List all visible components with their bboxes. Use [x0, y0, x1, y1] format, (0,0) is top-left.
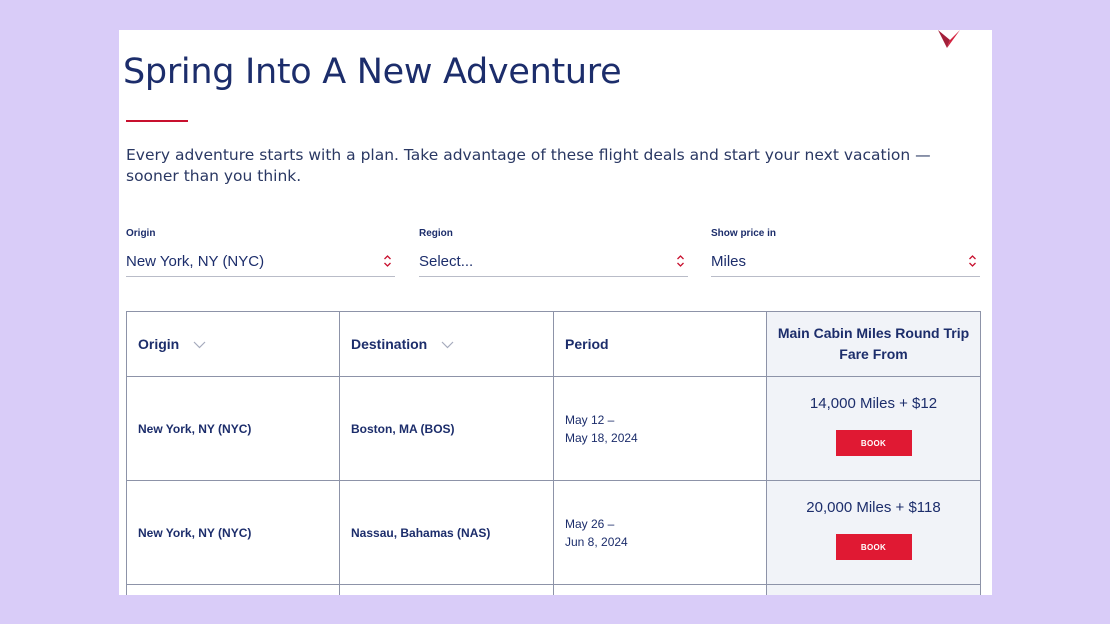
period-start: May 12 – — [565, 412, 615, 427]
destination-cell: Nassau, Bahamas (NAS) — [339, 480, 554, 585]
origin-filter-label: Origin — [126, 228, 156, 239]
origin-filter: Origin New York, NY (NYC) — [126, 228, 395, 277]
period-start: May 26 – — [565, 516, 615, 531]
period-cell: May 12 – May 18, 2024 — [553, 376, 767, 481]
destination-cell-text: Boston, MA (BOS) — [351, 421, 455, 436]
table-row: New York, NY (NYC) Boston, MA (BOS) May … — [126, 376, 981, 481]
destination-column-label: Destination — [351, 336, 428, 352]
region-filter-label: Region — [419, 228, 453, 239]
origin-column-label: Origin — [138, 336, 180, 352]
flight-deals-table: Origin Destination Period Main Cabin Mil… — [126, 311, 981, 595]
intro-text: Every adventure starts with a plan. Take… — [126, 146, 931, 185]
sort-chevron-down-icon[interactable] — [193, 341, 206, 349]
up-down-chevron-icon — [969, 255, 976, 267]
empty-cell — [553, 584, 767, 595]
origin-select[interactable]: New York, NY (NYC) — [126, 247, 395, 277]
fare-cell: 20,000 Miles + $118 BOOK — [766, 480, 981, 585]
content-card: Spring Into A New Adventure Every advent… — [119, 30, 992, 595]
region-select[interactable]: Select... — [419, 247, 688, 277]
period-column-header: Period — [553, 311, 767, 377]
price-unit-filter: Show price in Miles — [711, 228, 980, 277]
title-accent-rule — [126, 120, 188, 122]
price-unit-filter-label: Show price in — [711, 228, 777, 239]
book-button[interactable]: BOOK — [835, 430, 912, 456]
fare-cell: 14,000 Miles + $12 BOOK — [766, 376, 981, 481]
fare-amount: 14,000 Miles + $12 — [809, 395, 938, 412]
destination-cell: Boston, MA (BOS) — [339, 376, 554, 481]
period-column-label: Period — [565, 336, 609, 352]
period-cell: May 26 – Jun 8, 2024 — [553, 480, 767, 585]
origin-cell-text: New York, NY (NYC) — [138, 525, 252, 540]
fare-column-label: Main Cabin Miles Round Trip Fare From — [777, 325, 970, 362]
fare-column-header: Main Cabin Miles Round Trip Fare From — [766, 311, 981, 377]
origin-cell: New York, NY (NYC) — [126, 480, 340, 585]
page-title: Spring Into A New Adventure — [123, 52, 622, 92]
empty-cell — [126, 584, 340, 595]
table-row-partial — [126, 584, 981, 595]
empty-fare-cell — [766, 584, 981, 595]
empty-cell — [339, 584, 554, 595]
period-end: Jun 8, 2024 — [565, 534, 628, 549]
origin-column-header[interactable]: Origin — [126, 311, 340, 377]
up-down-chevron-icon — [384, 255, 391, 267]
table-header-row: Origin Destination Period Main Cabin Mil… — [126, 311, 981, 377]
destination-cell-text: Nassau, Bahamas (NAS) — [351, 525, 491, 540]
origin-cell: New York, NY (NYC) — [126, 376, 340, 481]
region-filter: Region Select... — [419, 228, 688, 277]
price-unit-select-value: Miles — [711, 253, 747, 270]
book-button[interactable]: BOOK — [835, 534, 912, 560]
origin-select-value: New York, NY (NYC) — [126, 253, 265, 270]
period-end: May 18, 2024 — [565, 430, 638, 445]
fare-amount: 20,000 Miles + $118 — [806, 499, 941, 516]
up-down-chevron-icon — [677, 255, 684, 267]
widget-logo-icon — [938, 30, 960, 48]
region-select-value: Select... — [419, 253, 474, 270]
price-unit-select[interactable]: Miles — [711, 247, 980, 277]
origin-cell-text: New York, NY (NYC) — [138, 421, 252, 436]
table-row: New York, NY (NYC) Nassau, Bahamas (NAS)… — [126, 480, 981, 585]
sort-chevron-down-icon[interactable] — [441, 341, 454, 349]
destination-column-header[interactable]: Destination — [339, 311, 554, 377]
